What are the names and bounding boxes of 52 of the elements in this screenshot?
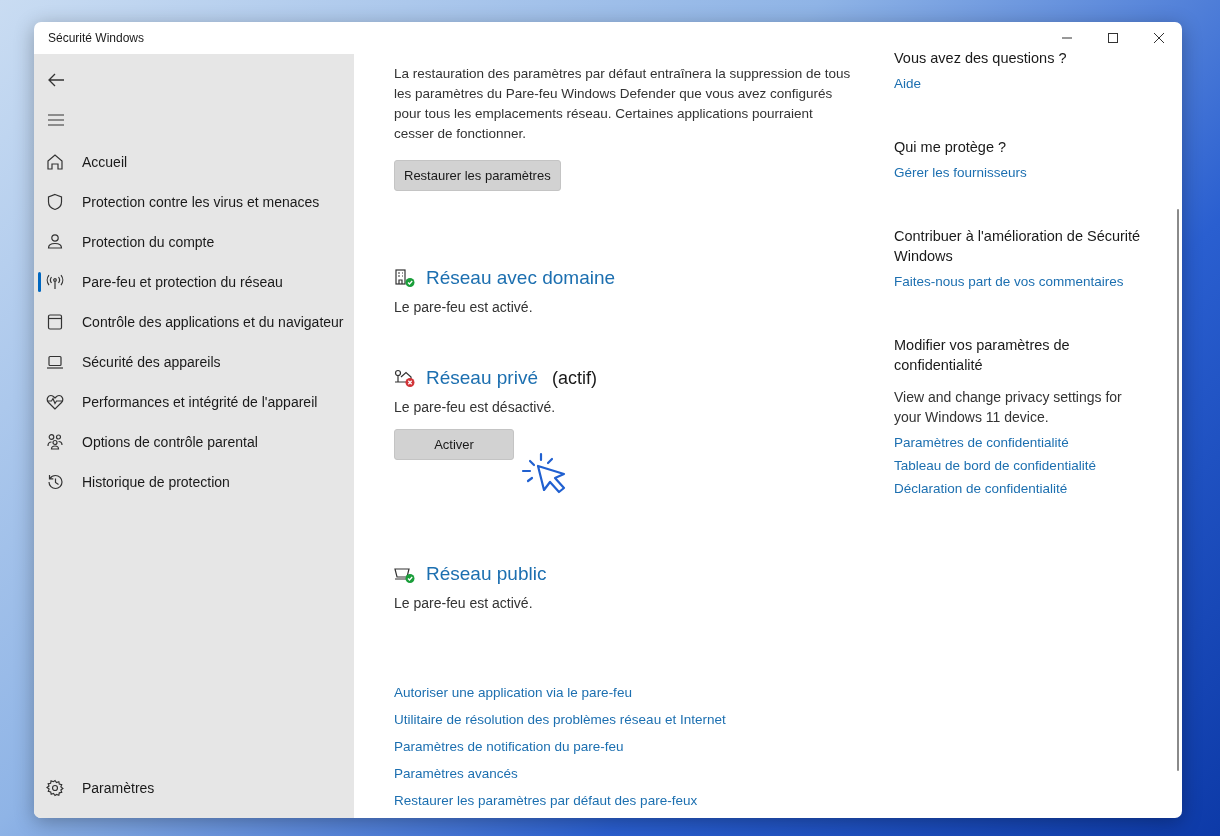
sidebar-item[interactable]: Protection du compte <box>34 222 354 262</box>
network-link[interactable]: Réseau public <box>426 563 547 585</box>
firewall-link[interactable]: Autoriser une application via le pare-feu <box>394 685 632 700</box>
person-icon <box>46 233 64 251</box>
help-link[interactable]: Gérer les fournisseurs <box>894 165 1027 180</box>
laptop-icon <box>46 353 64 371</box>
network-link[interactable]: Réseau avec domaine <box>426 267 616 289</box>
sidebar-item[interactable]: Contrôle des applications et du navigateur <box>34 302 354 342</box>
scrollbar-thumb[interactable] <box>1177 209 1179 771</box>
sidebar-item[interactable]: Pare-feu et protection du réseau <box>34 262 354 302</box>
section-heading: Qui me protège ? <box>894 138 1007 157</box>
help-link[interactable]: Faites-nous part de vos commentaires <box>894 274 1124 289</box>
firewall-status: Le pare-feu est activé. <box>394 299 534 315</box>
network-link[interactable]: Réseau privé <box>426 367 538 389</box>
firewall-status: Le pare-feu est activé. <box>394 595 534 611</box>
window-icon <box>46 313 64 331</box>
sidebar-item[interactable]: Accueil <box>34 142 354 182</box>
settings-item[interactable]: Paramètres <box>34 768 354 808</box>
section-description: View and change privacy settings for your Windows 11 device. <box>894 388 1123 427</box>
help-link[interactable]: Déclaration de confidentialité <box>894 481 1068 496</box>
firewall-link[interactable]: Paramètres de notification du pare-feu <box>394 739 624 754</box>
window-title: Sécurité Windows <box>48 31 145 45</box>
sidebar-item[interactable]: Protection contre les virus et menaces <box>34 182 354 222</box>
back-arrow-icon <box>47 72 65 88</box>
maximize-icon <box>1107 32 1119 44</box>
firewall-link[interactable]: Paramètres avancés <box>394 766 518 781</box>
home-icon <box>46 153 64 171</box>
section-heading: Contribuer à l'amélioration de Sécurité Windows <box>894 227 1142 266</box>
close-icon <box>1153 32 1165 44</box>
active-label: (actif) <box>551 367 597 389</box>
people-icon <box>46 433 64 451</box>
antenna-icon <box>46 273 64 291</box>
section-heading: Vous avez des questions ? <box>894 49 1067 68</box>
firewall-status: Le pare-feu est désactivé. <box>394 399 557 415</box>
shield-icon <box>46 193 64 211</box>
heart-pulse-icon <box>46 393 64 411</box>
restore-settings-button[interactable]: Restaurer les paramètres <box>394 160 561 191</box>
section-heading: Modifier vos paramètres de confidentialité <box>894 336 1071 375</box>
activate-button[interactable]: Activer <box>394 429 514 460</box>
help-link[interactable]: Aide <box>894 76 922 91</box>
sidebar-item[interactable]: Performances et intégrité de l'appareil <box>34 382 354 422</box>
firewall-link[interactable]: Utilitaire de résolution des problèmes réseau et Internet <box>394 712 726 727</box>
history-icon <box>46 473 64 491</box>
help-link[interactable]: Tableau de bord de confidentialité <box>894 458 1096 473</box>
firewall-link[interactable]: Restaurer les paramètres par défaut des pare-feux <box>394 793 698 808</box>
sidebar-item[interactable]: Sécurité des appareils <box>34 342 354 382</box>
sidebar-item[interactable]: Options de contrôle parental <box>34 422 354 462</box>
restore-description: La restauration des paramètres par défaut entraînera la suppression de tous les paramètres du Pare-feu Windows Defender que vous avez configurés pour tous les emplacements réseau. Certaines applications pourraient cesser de fonctionner. <box>394 65 852 143</box>
sidebar-item[interactable]: Historique de protection <box>34 462 354 502</box>
help-link[interactable]: Paramètres de confidentialité <box>894 435 1069 450</box>
menu-icon <box>47 113 65 127</box>
settings-icon <box>46 779 64 797</box>
